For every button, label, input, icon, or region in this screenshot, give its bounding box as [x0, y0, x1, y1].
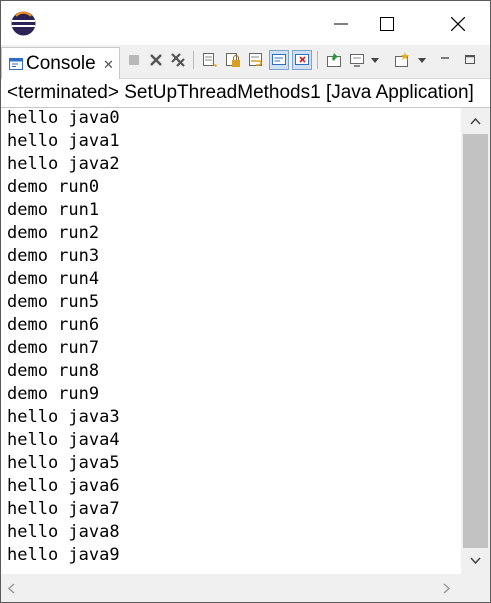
chevron-down-icon — [470, 557, 481, 565]
toolbar-separator — [317, 51, 318, 69]
chevron-left-icon[interactable] — [7, 583, 15, 594]
console-line: demo run4 — [7, 269, 100, 289]
console-line: hello java3 — [7, 407, 120, 427]
console-line: hello java5 — [7, 453, 120, 473]
dropdown-icon[interactable] — [416, 51, 428, 69]
scroll-up-button[interactable] — [461, 108, 490, 134]
console-line: demo run5 — [7, 292, 100, 312]
close-icon — [451, 17, 465, 31]
terminate-icon[interactable] — [125, 51, 143, 69]
clear-console-icon[interactable] — [201, 51, 219, 69]
open-console-icon[interactable] — [393, 51, 411, 69]
close-button[interactable] — [434, 1, 480, 45]
console-line: demo run3 — [7, 246, 100, 266]
console-line: demo run9 — [7, 384, 100, 404]
minimize-icon — [334, 23, 348, 25]
scrollbar-corner — [461, 574, 490, 602]
console-output[interactable]: hello java0 hello java1 hello java2 demo… — [1, 108, 461, 574]
view-maximize-icon[interactable] — [463, 51, 477, 69]
process-label: <terminated> SetUpThreadMethods1 [Java A… — [7, 82, 474, 103]
horizontal-scrollbar[interactable] — [1, 574, 461, 602]
chevron-up-icon — [470, 117, 481, 125]
word-wrap-icon[interactable] — [247, 51, 265, 69]
console-line: demo run6 — [7, 315, 100, 335]
pin-console-icon[interactable] — [325, 51, 343, 69]
tab-close-icon[interactable]: ✕ — [103, 57, 114, 73]
scroll-thumb[interactable] — [463, 134, 488, 548]
console-line: hello java8 — [7, 522, 120, 542]
eclipse-window: Console ✕ <terminated> SetUpThreadMethod… — [0, 0, 491, 603]
console-icon — [9, 58, 23, 70]
tab-console-label: Console — [26, 53, 96, 74]
remove-launch-icon[interactable] — [147, 51, 165, 69]
console-line: hello java0 — [7, 108, 120, 128]
console-line: demo run0 — [7, 177, 100, 197]
dropdown-icon[interactable] — [369, 51, 381, 69]
vertical-scrollbar[interactable] — [461, 108, 490, 574]
console-line: demo run7 — [7, 338, 100, 358]
remove-all-terminated-icon[interactable] — [169, 51, 187, 69]
console-line: hello java9 — [7, 545, 120, 565]
scroll-lock-icon[interactable] — [224, 51, 242, 69]
minimize-button[interactable] — [317, 1, 363, 45]
console-line: hello java2 — [7, 154, 120, 174]
title-bar — [1, 1, 490, 45]
show-on-stdout-icon[interactable] — [269, 50, 289, 70]
maximize-icon — [380, 17, 394, 31]
process-status-line: <terminated> SetUpThreadMethods1 [Java A… — [1, 79, 490, 108]
console-line: hello java7 — [7, 499, 120, 519]
display-selected-console-icon[interactable] — [348, 51, 366, 69]
console-line: demo run8 — [7, 361, 100, 381]
console-line: hello java6 — [7, 476, 120, 496]
console-line: demo run1 — [7, 200, 100, 220]
console-line: hello java4 — [7, 430, 120, 450]
view-minimize-icon[interactable] — [439, 51, 451, 69]
scroll-down-button[interactable] — [461, 548, 490, 574]
console-line: demo run2 — [7, 223, 100, 243]
show-on-stderr-icon[interactable] — [292, 50, 312, 70]
tab-console[interactable]: Console ✕ — [1, 47, 120, 79]
chevron-right-icon[interactable] — [443, 583, 451, 594]
console-line: hello java1 — [7, 131, 120, 151]
maximize-button[interactable] — [363, 1, 409, 45]
eclipse-logo-icon — [11, 11, 36, 36]
toolbar-separator — [193, 51, 194, 69]
